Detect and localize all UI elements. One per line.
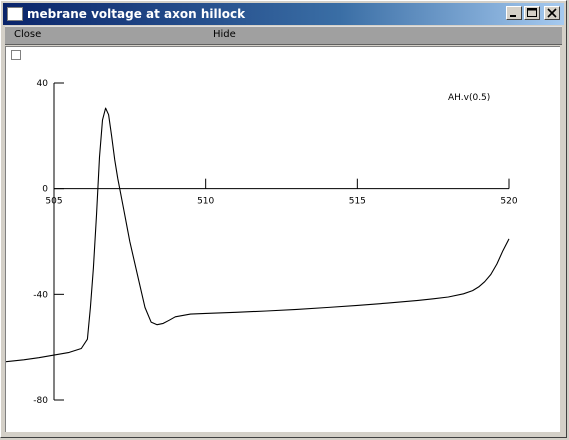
x-tick-label: 510: [197, 197, 214, 207]
graph-canvas[interactable]: 40 0 -40 -80 505 510 515 520 AH.v(0.5): [5, 46, 560, 432]
y-tick-label: 40: [37, 79, 49, 89]
y-tick-label: -80: [33, 396, 48, 406]
x-tick-label: 505: [45, 197, 62, 207]
plot-window: mebrane voltage at axon hillock Close Hi…: [0, 0, 567, 438]
series-legend-label: AH.v(0.5): [448, 93, 490, 103]
title-bar[interactable]: mebrane voltage at axon hillock: [3, 3, 564, 25]
maximize-button[interactable]: [524, 6, 540, 20]
window-icon[interactable]: [7, 7, 23, 21]
menu-bar: Close Hide: [5, 26, 562, 45]
hide-menu-button[interactable]: Hide: [213, 29, 236, 40]
minimize-icon: [510, 15, 516, 17]
close-menu-button[interactable]: Close: [14, 29, 41, 40]
maximize-icon: [527, 8, 537, 17]
y-tick-label: -40: [33, 290, 48, 300]
x-tick-label: 520: [500, 197, 517, 207]
title-buttons: [506, 6, 560, 20]
voltage-trace-line: [6, 107, 510, 363]
chart-axes: [53, 83, 509, 400]
y-tick-label: 0: [42, 185, 48, 195]
chart-ticks: 40 0 -40 -80 505 510 515 520: [33, 79, 518, 406]
window-title: mebrane voltage at axon hillock: [27, 7, 246, 21]
close-window-button[interactable]: [544, 6, 560, 20]
close-icon: [547, 8, 557, 18]
chart-series: [6, 107, 510, 363]
x-tick-label: 515: [349, 197, 366, 207]
minimize-button[interactable]: [506, 6, 522, 20]
voltage-chart: 40 0 -40 -80 505 510 515 520 AH.v(0.5): [6, 79, 518, 406]
